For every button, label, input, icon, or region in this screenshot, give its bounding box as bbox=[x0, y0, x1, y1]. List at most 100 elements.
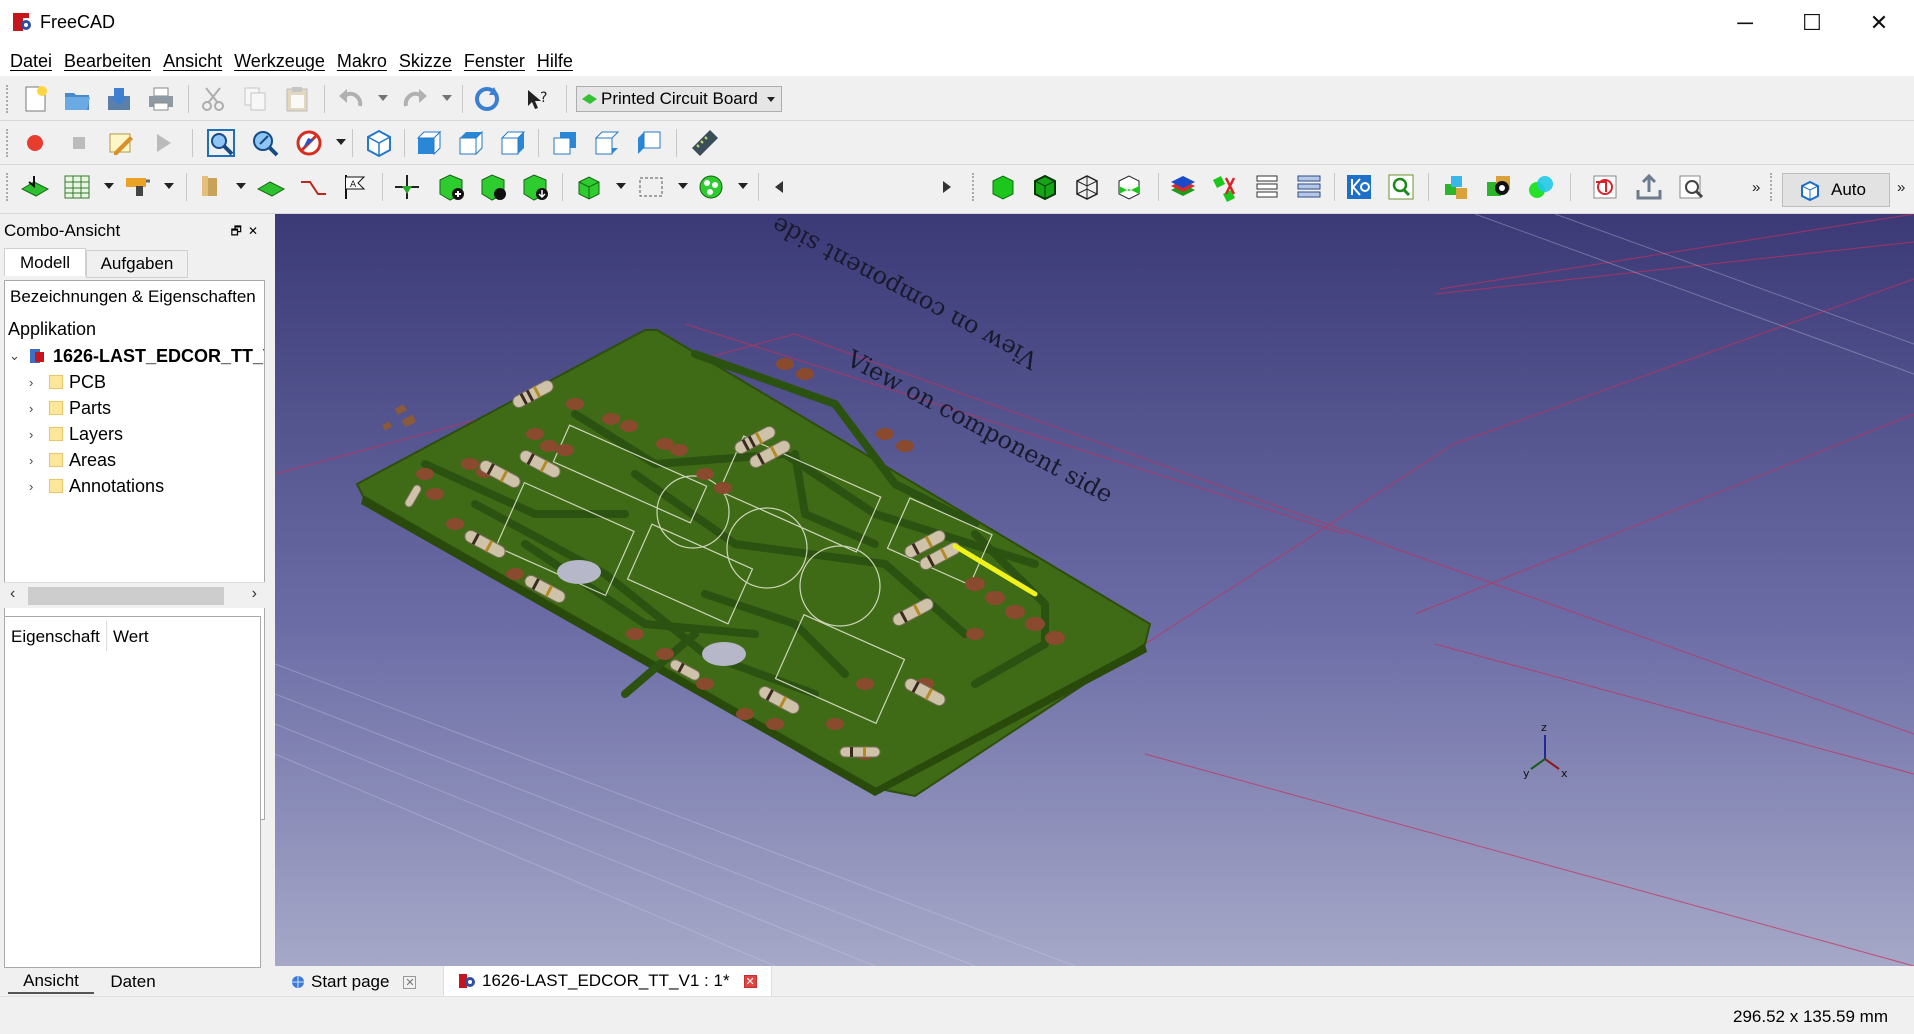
menu-datei[interactable]: Datei bbox=[4, 51, 58, 72]
cylinder-part-icon[interactable] bbox=[194, 171, 228, 203]
menu-makro[interactable]: Makro bbox=[331, 51, 393, 72]
export-svg-icon[interactable] bbox=[1588, 171, 1622, 203]
arrow-right-icon[interactable] bbox=[928, 171, 962, 203]
workbench-selector[interactable]: Printed Circuit Board bbox=[576, 86, 782, 112]
open-folder-icon[interactable] bbox=[60, 83, 94, 115]
group-dropdown-icon[interactable] bbox=[738, 183, 748, 189]
tree-item-parts[interactable]: › Parts bbox=[29, 395, 111, 421]
more-tools-icon[interactable]: » bbox=[1752, 179, 1760, 196]
trace-icon[interactable] bbox=[296, 171, 330, 203]
scrollbar-thumb[interactable] bbox=[28, 587, 224, 605]
arrow-left-icon[interactable] bbox=[764, 171, 798, 203]
minimize-button[interactable]: ─ bbox=[1710, 0, 1780, 46]
whats-this-icon[interactable]: ? bbox=[520, 83, 554, 115]
export-icon[interactable] bbox=[1632, 171, 1666, 203]
half-cube-icon[interactable] bbox=[1112, 171, 1146, 203]
float-panel-icon[interactable]: 🗗 bbox=[231, 224, 248, 238]
edit-macro-icon[interactable] bbox=[104, 127, 138, 159]
tree-item-layers[interactable]: › Layers bbox=[29, 421, 123, 447]
tree-horizontal-scrollbar[interactable]: ‹ › bbox=[4, 582, 265, 608]
annotation-icon[interactable]: A bbox=[338, 171, 372, 203]
add-model-icon[interactable] bbox=[434, 171, 468, 203]
chevron-right-icon[interactable]: › bbox=[29, 375, 43, 390]
tree-item-areas[interactable]: › Areas bbox=[29, 447, 116, 473]
dark-green-cube-icon[interactable] bbox=[1028, 171, 1062, 203]
maximize-button[interactable]: ☐ bbox=[1777, 0, 1847, 46]
layer-list-icon[interactable] bbox=[1250, 171, 1284, 203]
pcb-board[interactable] bbox=[355, 329, 1435, 966]
tab-ansicht[interactable]: Ansicht bbox=[8, 970, 94, 994]
run-macro-icon[interactable] bbox=[146, 127, 180, 159]
box-selection-icon[interactable] bbox=[634, 171, 668, 203]
spreadsheet-dropdown-icon[interactable] bbox=[104, 183, 114, 189]
menu-ansicht[interactable]: Ansicht bbox=[157, 51, 228, 72]
tab-start-page[interactable]: Start page ✕ bbox=[291, 968, 417, 996]
close-window-button[interactable]: ✕ bbox=[1844, 0, 1914, 46]
drill-dropdown-icon[interactable] bbox=[164, 183, 174, 189]
new-document-icon[interactable] bbox=[18, 83, 52, 115]
part-dropdown-icon[interactable] bbox=[236, 183, 246, 189]
fit-all-icon[interactable] bbox=[204, 127, 238, 159]
rear-view-icon[interactable] bbox=[548, 127, 582, 159]
chevron-right-icon[interactable]: › bbox=[29, 453, 43, 468]
tab-aufgaben[interactable]: Aufgaben bbox=[86, 250, 188, 278]
chevron-right-icon[interactable]: › bbox=[29, 427, 43, 442]
menu-skizze[interactable]: Skizze bbox=[393, 51, 458, 72]
update-model-icon[interactable] bbox=[476, 171, 510, 203]
bottom-view-icon[interactable] bbox=[590, 127, 624, 159]
search-part-icon[interactable] bbox=[1384, 171, 1418, 203]
kicad-icon[interactable] bbox=[1342, 171, 1376, 203]
save-icon[interactable] bbox=[102, 83, 136, 115]
3d-viewport[interactable]: View on component side View on component… bbox=[275, 214, 1914, 966]
undo-dropdown-icon[interactable] bbox=[378, 95, 388, 101]
tab-document[interactable]: 1626-LAST_EDCOR_TT_V1 : 1* ✕ bbox=[443, 966, 772, 996]
tab-daten[interactable]: Daten bbox=[96, 970, 170, 994]
group-parts-icon[interactable] bbox=[694, 171, 728, 203]
top-view-icon[interactable] bbox=[454, 127, 488, 159]
tab-modell[interactable]: Modell bbox=[4, 248, 86, 276]
wireframe-cube-icon[interactable] bbox=[1070, 171, 1104, 203]
boolean-icon[interactable] bbox=[1524, 171, 1558, 203]
redo-icon[interactable] bbox=[398, 83, 432, 115]
import-pcb-icon[interactable] bbox=[18, 171, 52, 203]
tree-item-annotations[interactable]: › Annotations bbox=[29, 473, 164, 499]
draw-style-dropdown-icon[interactable] bbox=[336, 139, 346, 145]
paste-icon[interactable] bbox=[280, 83, 314, 115]
print-preview-icon[interactable] bbox=[1674, 171, 1708, 203]
rotate-model-icon[interactable] bbox=[1482, 171, 1516, 203]
scroll-left-icon[interactable]: ‹ bbox=[10, 585, 15, 603]
spreadsheet-icon[interactable] bbox=[60, 171, 94, 203]
fit-selection-icon[interactable] bbox=[248, 127, 282, 159]
menu-fenster[interactable]: Fenster bbox=[458, 51, 531, 72]
pcb-3d-scene[interactable]: View on component side View on component… bbox=[275, 214, 1914, 966]
drill-tool-icon[interactable] bbox=[120, 171, 154, 203]
layers-stack-icon[interactable] bbox=[1166, 171, 1200, 203]
menu-werkzeuge[interactable]: Werkzeuge bbox=[228, 51, 331, 72]
front-view-icon[interactable] bbox=[412, 127, 446, 159]
more-toolbar-icon[interactable]: » bbox=[1897, 179, 1905, 196]
auto-button[interactable]: Auto bbox=[1782, 173, 1890, 207]
isometric-view-icon[interactable] bbox=[362, 127, 396, 159]
close-tab-icon[interactable]: ✕ bbox=[743, 974, 757, 988]
cut-icon[interactable] bbox=[196, 83, 230, 115]
chevron-down-icon[interactable]: ⌄ bbox=[9, 348, 23, 364]
menu-hilfe[interactable]: Hilfe bbox=[531, 51, 579, 72]
box-dropdown-icon[interactable] bbox=[616, 183, 626, 189]
print-icon[interactable] bbox=[144, 83, 178, 115]
draw-style-icon[interactable] bbox=[292, 127, 326, 159]
stop-macro-icon[interactable] bbox=[62, 127, 96, 159]
assembly-cubes-icon[interactable] bbox=[1440, 171, 1474, 203]
box-part-icon[interactable] bbox=[572, 171, 606, 203]
right-view-icon[interactable] bbox=[496, 127, 530, 159]
tree-item-pcb[interactable]: › PCB bbox=[29, 369, 106, 395]
tree-column-header[interactable]: Bezeichnungen & Eigenschaften bbox=[10, 287, 256, 307]
move-part-icon[interactable] bbox=[390, 171, 424, 203]
close-tab-icon[interactable]: ✕ bbox=[403, 975, 417, 989]
undo-icon[interactable] bbox=[334, 83, 368, 115]
scroll-right-icon[interactable]: › bbox=[252, 585, 257, 603]
chevron-right-icon[interactable]: › bbox=[29, 401, 43, 416]
value-column-header[interactable]: Wert bbox=[113, 627, 149, 647]
layer-settings-icon[interactable] bbox=[1292, 171, 1326, 203]
solid-green-cube-icon[interactable] bbox=[986, 171, 1020, 203]
property-column-header[interactable]: Eigenschaft bbox=[11, 627, 100, 647]
